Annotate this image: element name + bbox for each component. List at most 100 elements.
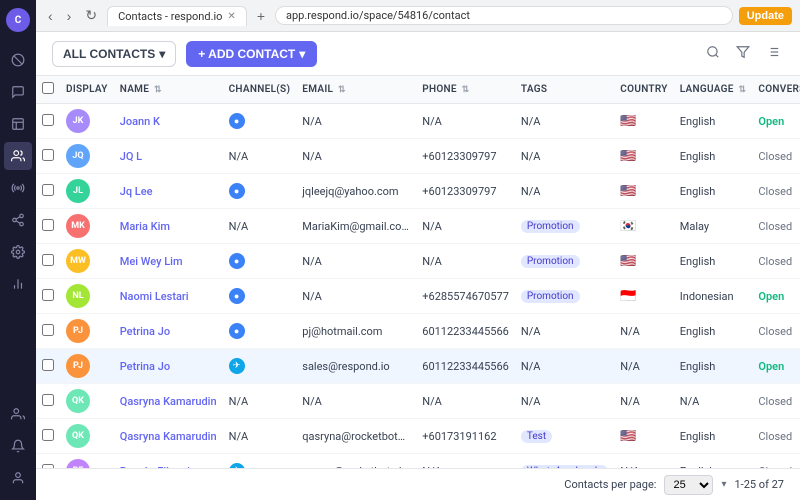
flag-icon: 🇺🇸 — [620, 429, 636, 444]
contact-name[interactable]: Naomi Lestari — [114, 279, 223, 314]
contact-name[interactable]: Qasryna Kamarudin — [114, 384, 223, 419]
row-checkbox[interactable] — [42, 324, 54, 336]
web-channel-icon: ● — [229, 253, 245, 269]
header-language[interactable]: LANGUAGE ⇅ — [674, 76, 753, 104]
language-cell: English — [674, 244, 753, 279]
sidebar-item-broadcasts[interactable] — [4, 174, 32, 202]
search-button[interactable] — [702, 41, 724, 66]
table-row[interactable]: NLNaomi Lestari●N/A+6285574670577Promoti… — [36, 279, 800, 314]
tags-cell: N/A — [515, 314, 614, 349]
header-email[interactable]: EMAIL ⇅ — [296, 76, 416, 104]
row-checkbox[interactable] — [42, 149, 54, 161]
row-checkbox[interactable] — [42, 254, 54, 266]
row-checkbox[interactable] — [42, 184, 54, 196]
row-checkbox[interactable] — [42, 114, 54, 126]
sidebar-item-flows[interactable] — [4, 206, 32, 234]
email-cell: N/A — [296, 104, 416, 139]
tags-cell: N/A — [515, 104, 614, 139]
avatar: MK — [66, 214, 90, 238]
phone-sort-icon: ⇅ — [462, 85, 470, 95]
table-row[interactable]: JKJoann K●N/AN/AN/A🇺🇸EnglishOpen — [36, 104, 800, 139]
phone-cell: +6285574670577 — [416, 279, 515, 314]
back-button[interactable]: ‹ — [44, 6, 57, 26]
table-row[interactable]: PJPetrina Jo ✈ sales@respond.io60112233445… — [36, 349, 800, 384]
sidebar-item-settings[interactable] — [4, 238, 32, 266]
contacts-table-container: DISPLAY NAME ⇅ CHANNEL(S) EMAIL ⇅ PHONE — [36, 76, 800, 468]
sidebar-item-home[interactable] — [4, 46, 32, 74]
language-cell: English — [674, 314, 753, 349]
update-button[interactable]: Update — [739, 7, 792, 25]
table-row[interactable]: MKMaria KimN/AMariaKim@gmail.comN/APromo… — [36, 209, 800, 244]
display-cell: JL — [60, 174, 114, 209]
browser-tab[interactable]: Contacts - respond.io ✕ — [107, 6, 247, 26]
contact-name[interactable]: Qasryna Kamarudin — [114, 419, 223, 454]
table-row[interactable]: QKQasryna KamarudinN/Aqasryna@rocketbots… — [36, 419, 800, 454]
header-phone[interactable]: PHONE ⇅ — [416, 76, 515, 104]
telegram-channel-icon: ✈ — [229, 358, 245, 374]
display-cell: PJ — [60, 349, 114, 384]
header-name[interactable]: NAME ⇅ — [114, 76, 223, 104]
reload-button[interactable]: ↻ — [81, 5, 101, 26]
status-cell: Closed — [752, 174, 800, 209]
contact-name[interactable]: Petrina Jo — [114, 314, 223, 349]
add-contact-button[interactable]: + ADD CONTACT ▾ — [186, 41, 317, 67]
toolbar-right-actions — [702, 41, 784, 66]
sidebar-item-reports[interactable] — [4, 270, 32, 298]
avatar: JL — [66, 179, 90, 203]
tab-close-icon[interactable]: ✕ — [227, 11, 235, 22]
row-checkbox[interactable] — [42, 429, 54, 441]
all-contacts-dropdown[interactable]: ALL CONTACTS ▾ — [52, 41, 176, 67]
status-badge: Closed — [758, 430, 792, 443]
sidebar-item-messages[interactable] — [4, 78, 32, 106]
web-channel-icon: ● — [229, 288, 245, 304]
language-cell: English — [674, 349, 753, 384]
filter-button[interactable] — [732, 41, 754, 66]
language-cell: English — [674, 139, 753, 174]
status-badge: Closed — [758, 255, 792, 268]
select-all-checkbox[interactable] — [42, 82, 54, 94]
sidebar-item-team[interactable] — [4, 400, 32, 428]
per-page-select[interactable]: 25 50 100 — [664, 475, 713, 495]
country-cell: N/A — [614, 384, 673, 419]
row-checkbox[interactable] — [42, 289, 54, 301]
forward-button[interactable]: › — [63, 6, 76, 26]
email-cell: N/A — [296, 139, 416, 174]
address-bar[interactable]: app.respond.io/space/54816/contact — [275, 6, 733, 25]
table-row[interactable]: MWMei Wey Lim●N/AN/APromotion🇺🇸EnglishCl… — [36, 244, 800, 279]
contact-name[interactable]: Mei Wey Lim — [114, 244, 223, 279]
sidebar-item-profile[interactable] — [4, 464, 32, 492]
sidebar-item-contacts[interactable] — [4, 142, 32, 170]
contact-name[interactable]: JQ L — [114, 139, 223, 174]
table-row[interactable]: JLJq Lee●jqleejq@yahoo.com+60123309797N/… — [36, 174, 800, 209]
chevron-down-icon: ▾ — [721, 479, 726, 490]
row-checkbox[interactable] — [42, 219, 54, 231]
contact-name[interactable]: Maria Kim — [114, 209, 223, 244]
header-status[interactable]: CONVERSATION STATUS ⇅ — [752, 76, 800, 104]
new-tab-button[interactable]: + — [253, 6, 269, 26]
table-row[interactable]: RFRomán Filgueira✈roman@rocketbots.ioN/A… — [36, 454, 800, 469]
table-row[interactable]: JQJQ LN/AN/A+60123309797N/A🇺🇸EnglishClos… — [36, 139, 800, 174]
phone-cell: 60112233445566 — [416, 349, 515, 384]
display-cell: MK — [60, 209, 114, 244]
columns-button[interactable] — [762, 41, 784, 66]
sidebar-avatar[interactable]: C — [6, 8, 30, 32]
url-text: app.respond.io/space/54816/contact — [286, 9, 470, 22]
sidebar-item-notifications[interactable] — [4, 432, 32, 460]
table-row[interactable]: PJPetrina Jo●pj@hotmail.com6011223344556… — [36, 314, 800, 349]
row-checkbox[interactable] — [42, 359, 54, 371]
status-cell: Closed — [752, 384, 800, 419]
channel-cell: ● — [223, 174, 297, 209]
contact-name[interactable]: Joann K — [114, 104, 223, 139]
contact-name[interactable]: Jq Lee — [114, 174, 223, 209]
web-channel-icon: ● — [229, 323, 245, 339]
channel-cell: ● — [223, 279, 297, 314]
language-cell: English — [674, 419, 753, 454]
table-row[interactable]: QKQasryna KamarudinN/AN/AN/AN/AN/AN/AClo… — [36, 384, 800, 419]
country-cell: N/A — [614, 454, 673, 469]
row-checkbox[interactable] — [42, 394, 54, 406]
sidebar-item-tasks[interactable] — [4, 110, 32, 138]
display-cell: JK — [60, 104, 114, 139]
contact-name[interactable]: Petrina Jo — [114, 349, 223, 384]
email-cell: sales@respond.io — [296, 349, 416, 384]
contact-name[interactable]: Román Filgueira — [114, 454, 223, 469]
